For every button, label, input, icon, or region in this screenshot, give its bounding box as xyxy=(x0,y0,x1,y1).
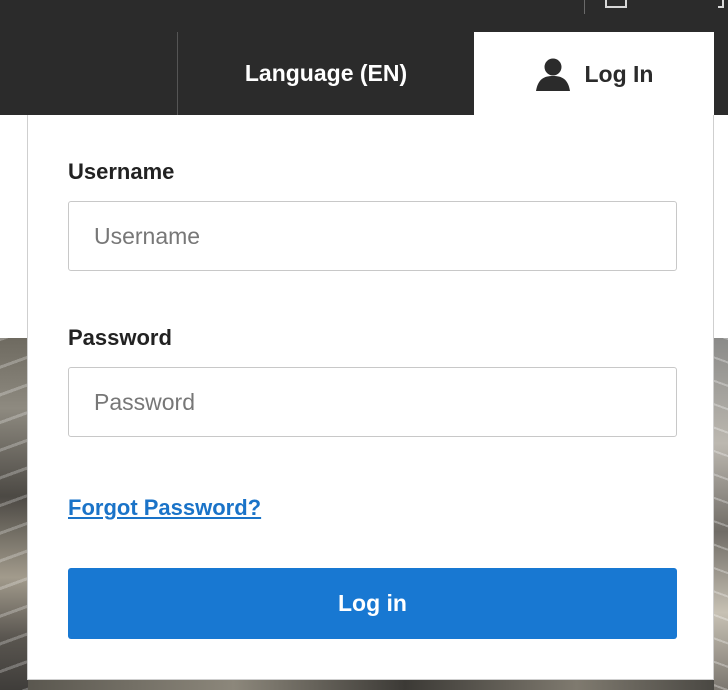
username-label: Username xyxy=(68,159,175,184)
language-selector-label: Language (EN) xyxy=(244,60,408,86)
corner-mark-icon xyxy=(718,0,724,8)
window-icon[interactable] xyxy=(605,0,627,8)
background-photo-left xyxy=(0,338,28,690)
login-submit-button[interactable]: Log in xyxy=(68,568,677,639)
user-icon xyxy=(535,57,571,91)
background-photo-bottom xyxy=(28,679,714,690)
login-tab[interactable]: Log In xyxy=(474,32,714,116)
login-panel: Username Password Forgot Password? Log i… xyxy=(27,115,714,680)
language-selector[interactable]: Language (EN) xyxy=(178,32,474,115)
username-input[interactable] xyxy=(68,201,677,271)
top-strip xyxy=(0,0,728,32)
password-label: Password xyxy=(68,325,172,350)
top-strip-separator xyxy=(584,0,585,14)
login-tab-label: Log In xyxy=(584,60,654,87)
password-input[interactable] xyxy=(68,367,677,437)
forgot-password-link[interactable]: Forgot Password? xyxy=(68,495,261,521)
background-photo-right xyxy=(714,338,728,690)
